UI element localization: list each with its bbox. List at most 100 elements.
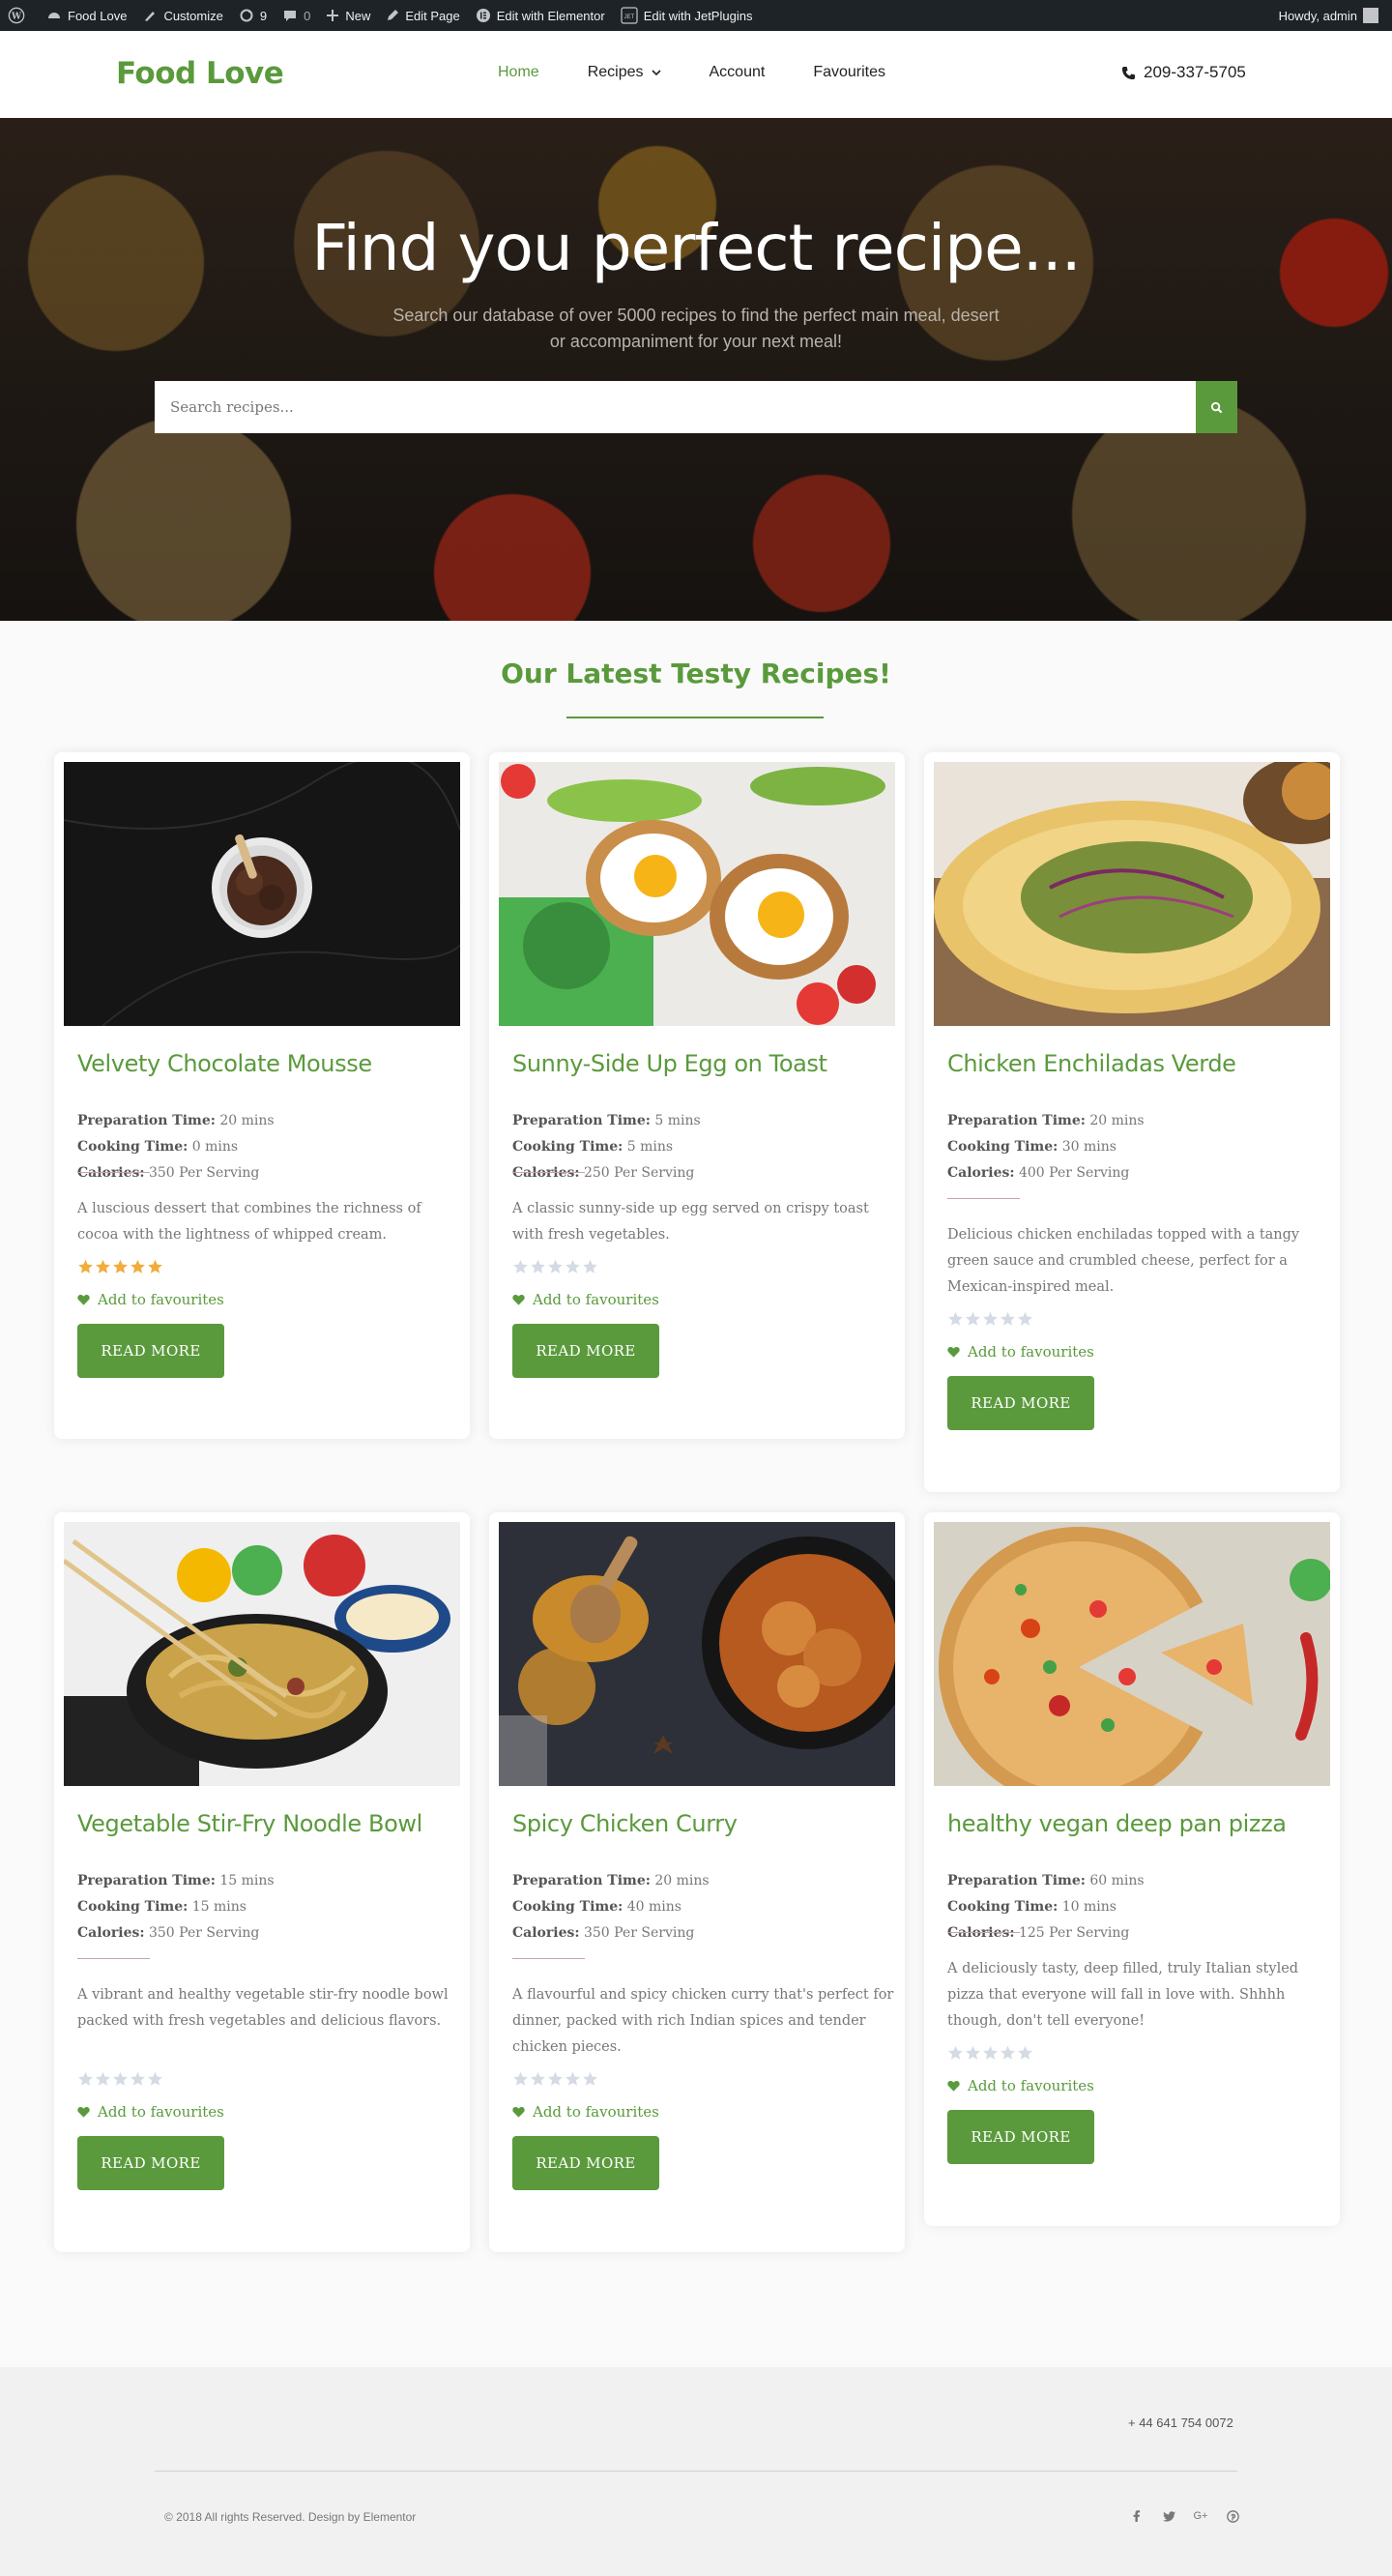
star-icon[interactable] <box>982 2045 999 2062</box>
recipe-title[interactable]: Chicken Enchiladas Verde <box>947 1050 1236 1077</box>
site-name-link[interactable]: Food Love <box>39 0 134 31</box>
star-icon[interactable] <box>530 2071 546 2088</box>
read-more-button[interactable]: READ MORE <box>512 2136 659 2190</box>
star-icon[interactable] <box>512 2071 529 2088</box>
star-icon[interactable] <box>147 1259 163 1275</box>
star-icon[interactable] <box>512 1259 529 1275</box>
read-more-button[interactable]: READ MORE <box>77 2136 224 2190</box>
meta-label: Preparation Time: <box>77 1873 216 1888</box>
jetplugins-icon: JET <box>621 7 638 24</box>
rating-stars <box>947 1311 1034 1328</box>
facebook-icon[interactable] <box>1127 2506 1146 2526</box>
wordpress-icon: W <box>8 7 25 24</box>
add-to-favourites-link[interactable]: Add to favourites <box>77 1291 224 1308</box>
recipe-image[interactable] <box>934 1522 1330 1786</box>
nav-item-account[interactable]: Account <box>710 64 766 81</box>
star-icon[interactable] <box>1017 2045 1033 2062</box>
star-icon[interactable] <box>95 2071 111 2088</box>
star-icon[interactable] <box>1000 2045 1016 2062</box>
recipe-image[interactable] <box>499 1522 895 1786</box>
add-to-favourites-link[interactable]: Add to favourites <box>512 2103 659 2121</box>
account-menu[interactable]: Howdy, admin <box>1271 0 1392 31</box>
new-link[interactable]: New <box>318 0 378 31</box>
meta-cook: Cooking Time: 5 mins <box>512 1134 889 1160</box>
star-icon[interactable] <box>947 1311 964 1328</box>
star-icon[interactable] <box>130 2071 146 2088</box>
card-divider <box>947 1198 1020 1199</box>
star-icon[interactable] <box>965 2045 981 2062</box>
recipe-title[interactable]: Spicy Chicken Curry <box>512 1810 738 1837</box>
meta-value: 20 mins <box>654 1873 710 1888</box>
recipe-card: healthy vegan deep pan pizza Preparation… <box>924 1512 1340 2226</box>
star-icon[interactable] <box>1000 1311 1016 1328</box>
meta-value: 0 mins <box>191 1139 239 1155</box>
recipe-title[interactable]: Sunny-Side Up Egg on Toast <box>512 1050 827 1077</box>
customize-link[interactable]: Customize <box>134 0 230 31</box>
copyright: © 2018 All rights Reserved. Design by El… <box>164 2510 417 2524</box>
recipe-title[interactable]: healthy vegan deep pan pizza <box>947 1810 1287 1837</box>
phone-number: 209-337-5705 <box>1144 63 1246 81</box>
recipe-photo <box>64 762 460 1026</box>
star-icon[interactable] <box>530 1259 546 1275</box>
recipe-image[interactable] <box>934 762 1330 1026</box>
nav-item-recipes[interactable]: Recipes <box>588 64 661 81</box>
meta-cook: Cooking Time: 0 mins <box>77 1134 238 1160</box>
search-button[interactable] <box>1196 381 1237 433</box>
pencil-icon <box>388 10 399 20</box>
star-icon[interactable] <box>982 1311 999 1328</box>
star-icon[interactable] <box>947 2045 964 2062</box>
edit-page-link[interactable]: Edit Page <box>378 0 467 31</box>
read-more-button[interactable]: READ MORE <box>947 2110 1094 2164</box>
site-logo[interactable]: Food Love <box>116 56 284 91</box>
header-phone[interactable]: 209-337-5705 <box>1121 63 1246 82</box>
main-nav: Home Recipes Account Favourites <box>498 64 934 81</box>
updates-link[interactable]: 9 <box>231 0 275 31</box>
comments-link[interactable]: 0 <box>275 0 318 31</box>
rating-stars <box>512 2071 599 2088</box>
add-to-favourites-link[interactable]: Add to favourites <box>947 2077 1094 2094</box>
card-divider <box>947 1932 1020 1933</box>
pinterest-icon[interactable] <box>1223 2506 1242 2526</box>
wordpress-logo-button[interactable]: W <box>0 0 39 31</box>
star-icon[interactable] <box>77 1259 94 1275</box>
elementor-icon <box>476 9 490 22</box>
read-more-button[interactable]: READ MORE <box>77 1324 224 1378</box>
star-icon[interactable] <box>565 1259 581 1275</box>
star-icon[interactable] <box>112 2071 129 2088</box>
recipe-search-input[interactable] <box>155 381 1196 433</box>
star-icon[interactable] <box>147 2071 163 2088</box>
recipe-title[interactable]: Velvety Chocolate Mousse <box>77 1050 372 1077</box>
edit-elementor-link[interactable]: Edit with Elementor <box>468 0 613 31</box>
hero-banner: Find you perfect recipe... Search our da… <box>0 118 1392 621</box>
meta-value: 5 mins <box>626 1139 674 1155</box>
star-icon[interactable] <box>1017 1311 1033 1328</box>
star-icon[interactable] <box>582 2071 598 2088</box>
nav-item-favourites[interactable]: Favourites <box>813 64 885 81</box>
edit-jetplugins-link[interactable]: JET Edit with JetPlugins <box>613 0 761 31</box>
new-label: New <box>345 8 371 23</box>
recipe-image[interactable] <box>499 762 895 1026</box>
star-icon[interactable] <box>547 2071 564 2088</box>
read-more-button[interactable]: READ MORE <box>512 1324 659 1378</box>
star-icon[interactable] <box>112 1259 129 1275</box>
nav-item-home[interactable]: Home <box>498 64 539 81</box>
meta-prep: Preparation Time: 5 mins <box>512 1108 701 1134</box>
google-plus-icon[interactable]: G+ <box>1191 2506 1210 2526</box>
star-icon[interactable] <box>565 2071 581 2088</box>
read-more-button[interactable]: READ MORE <box>947 1376 1094 1430</box>
star-icon[interactable] <box>77 2071 94 2088</box>
star-icon[interactable] <box>582 1259 598 1275</box>
star-icon[interactable] <box>130 1259 146 1275</box>
meta-prep: Preparation Time: 60 mins <box>947 1868 1324 1894</box>
add-to-favourites-link[interactable]: Add to favourites <box>947 1343 1094 1361</box>
add-to-favourites-link[interactable]: Add to favourites <box>77 2103 224 2121</box>
recipe-title[interactable]: Vegetable Stir-Fry Noodle Bowl <box>77 1810 422 1837</box>
recipe-image[interactable] <box>64 762 460 1026</box>
twitter-icon[interactable] <box>1159 2506 1178 2526</box>
star-icon[interactable] <box>547 1259 564 1275</box>
recipe-image[interactable] <box>64 1522 460 1786</box>
star-icon[interactable] <box>95 1259 111 1275</box>
add-to-favourites-link[interactable]: Add to favourites <box>512 1291 659 1308</box>
star-icon[interactable] <box>965 1311 981 1328</box>
meta-value: 400 Per Serving <box>1018 1165 1130 1181</box>
